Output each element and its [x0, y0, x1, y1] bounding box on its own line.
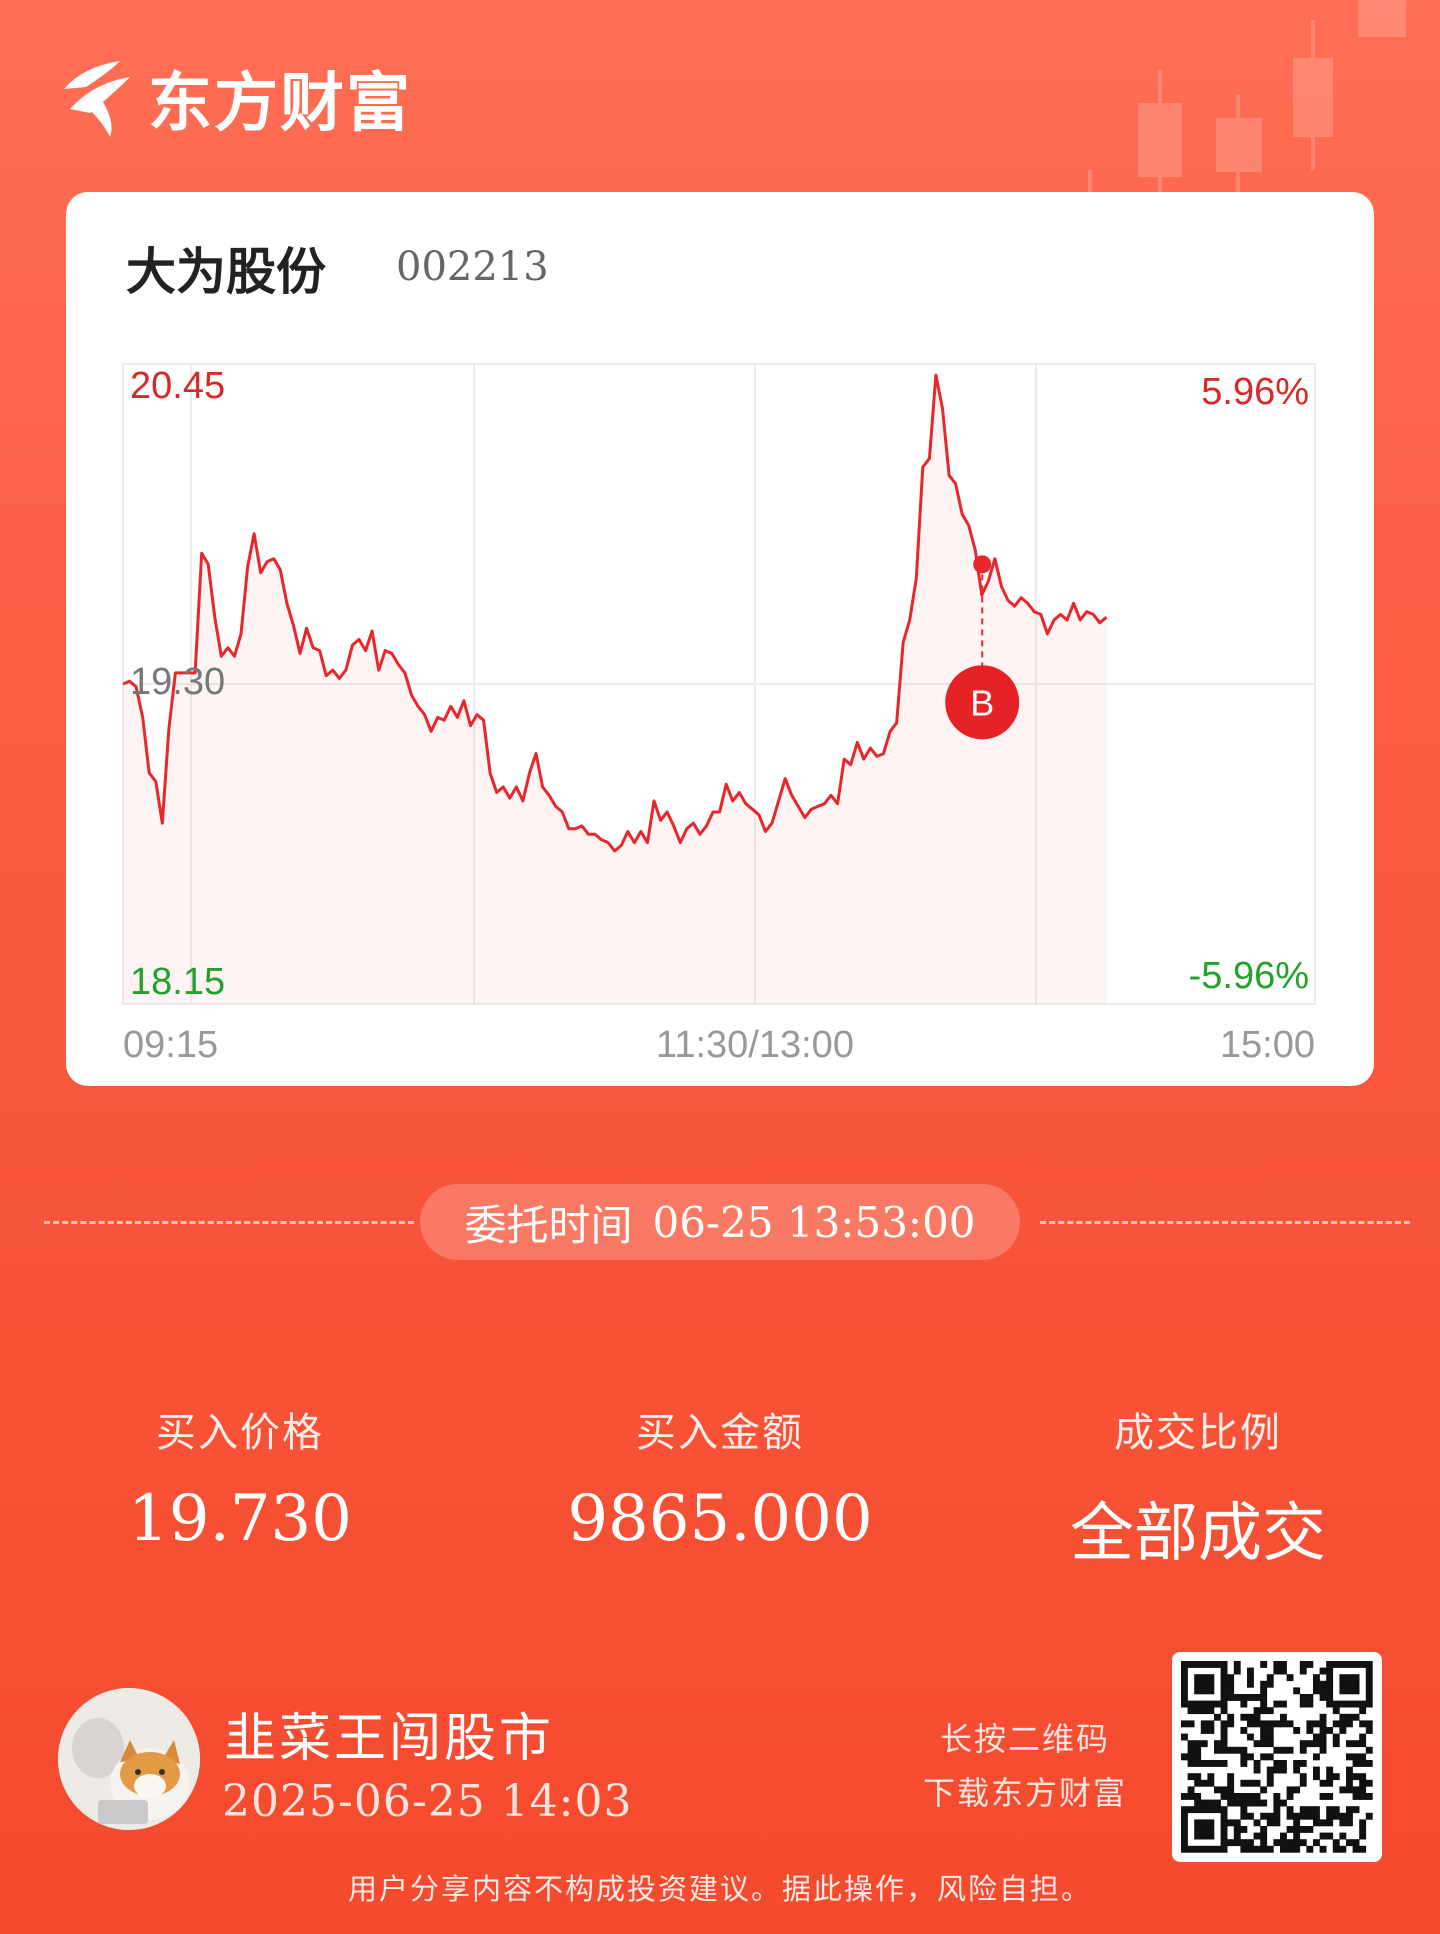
order-time-value: 06-25 13:53:00 — [652, 1197, 976, 1247]
y-axis-bottom-label: 18.15 — [130, 961, 225, 1003]
y-axis-right-bottom-label: -5.96% — [1189, 955, 1309, 997]
stat-fill-ratio: 成交比例 全部成交 — [1018, 1400, 1378, 1574]
cat-avatar-icon — [58, 1688, 200, 1830]
stat-value: 19.730 — [128, 1482, 352, 1556]
dashed-divider-right — [1040, 1221, 1410, 1224]
y-axis-right-top-label: 5.96% — [1201, 371, 1309, 413]
stat-label: 买入价格 — [156, 1410, 324, 1456]
intraday-price-chart: B 20.45 19.30 18.15 5.96% -5.96% 09:15 1… — [122, 363, 1316, 1066]
stat-buy-amount: 买入金额 9865.000 — [540, 1400, 900, 1556]
stock-chart-card: 大为股份 002213 B 20.45 19.30 18.15 5.96% -5… — [66, 192, 1374, 1086]
qr-hint-line1: 长按二维码 — [939, 1720, 1110, 1758]
x-axis-start-label: 09:15 — [123, 1024, 218, 1066]
stat-buy-price: 买入价格 19.730 — [60, 1400, 420, 1556]
brand-logo: 东方财富 — [56, 52, 412, 144]
stat-label: 买入金额 — [636, 1410, 804, 1456]
eastmoney-logo-icon — [64, 61, 130, 137]
risk-disclaimer: 用户分享内容不构成投资建议。据此操作，风险自担。 — [347, 1872, 1092, 1906]
share-timestamp: 2025-06-25 14:03 — [222, 1776, 633, 1827]
order-time-pill: 委托时间 06-25 13:53:00 — [420, 1184, 1020, 1260]
stat-value: 9865.000 — [567, 1482, 873, 1556]
qr-hint: 长按二维码 下载东方财富 — [900, 1712, 1150, 1820]
order-time-label: 委托时间 — [464, 1200, 633, 1250]
dashed-divider-left — [44, 1221, 414, 1224]
buy-point-dot — [973, 555, 992, 574]
y-axis-top-label: 20.45 — [130, 365, 225, 407]
buy-marker-label: B — [970, 682, 994, 723]
x-axis-end-label: 15:00 — [1220, 1024, 1315, 1066]
stat-label: 成交比例 — [1114, 1410, 1282, 1456]
user-name: 韭菜王闯股市 — [224, 1709, 555, 1769]
qr-code-icon — [1181, 1661, 1373, 1853]
qr-hint-line2: 下载东方财富 — [922, 1774, 1127, 1812]
y-axis-mid-label: 19.30 — [130, 661, 225, 703]
brand-name: 东方财富 — [148, 67, 412, 141]
user-avatar[interactable] — [58, 1688, 200, 1830]
qr-code[interactable] — [1172, 1652, 1382, 1862]
x-axis-mid-label: 11:30/13:00 — [656, 1024, 854, 1066]
stat-value: 全部成交 — [1070, 1497, 1326, 1571]
